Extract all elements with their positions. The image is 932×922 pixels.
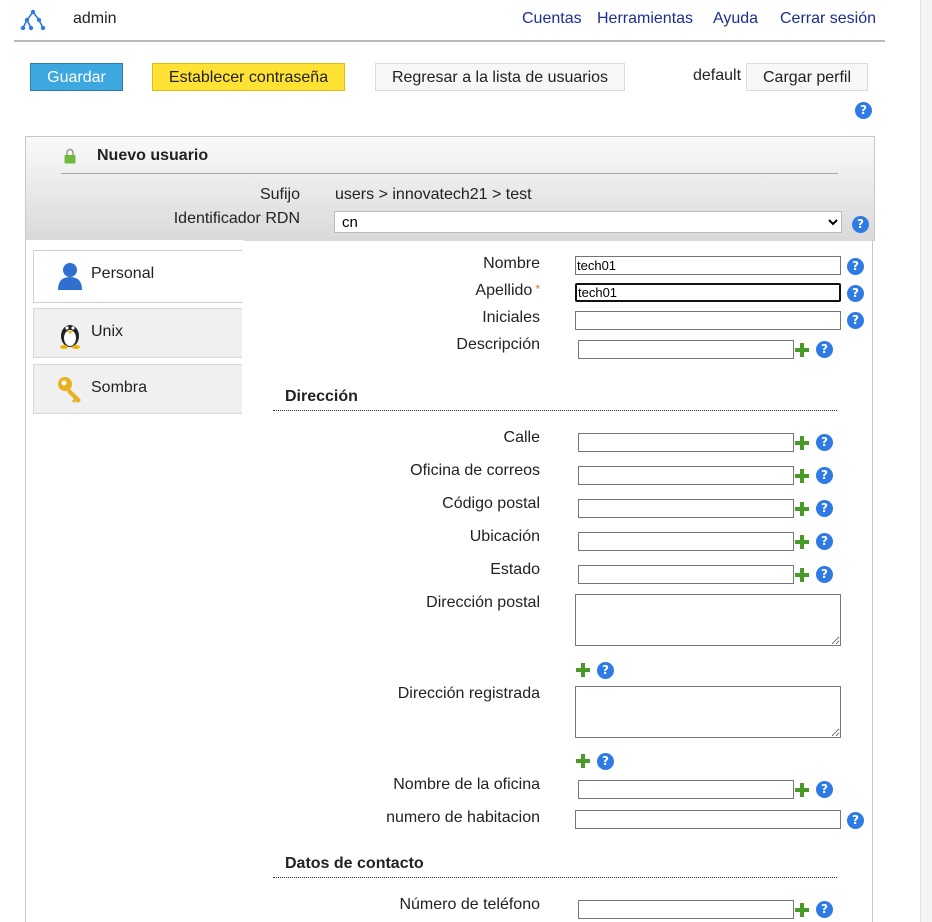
suffix-value: users > innovatech21 > test [335,186,532,203]
add-icon[interactable] [576,754,590,768]
page-title: Nuevo usuario [97,147,209,164]
nav-cerrar-sesion[interactable]: Cerrar sesión [780,10,876,28]
nav-herramientas[interactable]: Herramientas [597,10,693,28]
telefono-input[interactable] [578,900,794,919]
help-icon[interactable]: ? [816,467,833,484]
section-contacto: Datos de contacto [285,855,424,872]
help-icon[interactable]: ? [816,901,833,918]
set-password-button[interactable]: Establecer contraseña [152,63,345,91]
key-icon [58,377,81,403]
apellido-input[interactable] [575,283,841,302]
add-icon[interactable] [795,502,809,516]
tab-sombra[interactable]: Sombra [33,364,242,414]
tab-personal[interactable]: Personal [33,250,242,303]
add-icon[interactable] [795,783,809,797]
nombre-input[interactable] [575,256,841,275]
help-icon[interactable]: ? [816,434,833,451]
load-profile-button[interactable]: Cargar perfil [746,63,868,91]
nav-cuentas[interactable]: Cuentas [522,10,582,28]
descripcion-input[interactable] [578,340,794,359]
nav-ayuda[interactable]: Ayuda [713,10,758,28]
help-icon[interactable]: ? [855,102,872,119]
add-icon[interactable] [795,903,809,917]
rdn-label: Identificador RDN [173,210,300,227]
penguin-icon [60,325,80,349]
current-user: admin [73,10,117,27]
tab-label: Personal [91,265,155,282]
calle-input[interactable] [578,433,794,452]
section-divider [273,410,837,411]
habitacion-label: numero de habitacion [386,809,540,826]
suffix-label: Sufijo [259,186,300,203]
content-border [872,240,873,922]
tab-unix[interactable]: Unix [33,308,242,358]
back-to-list-button[interactable]: Regresar a la lista de usuarios [375,63,625,91]
section-direccion: Dirección [285,388,358,405]
apellido-label-text: Apellido [475,282,533,299]
estado-input[interactable] [578,565,794,584]
help-icon[interactable]: ? [816,500,833,517]
add-icon[interactable] [795,436,809,450]
nombre-oficina-label: Nombre de la oficina [393,776,540,793]
profile-name: default [693,67,742,84]
app-logo-icon[interactable] [20,8,46,32]
codigo-postal-input[interactable] [578,499,794,518]
nombre-label: Nombre [483,255,540,272]
direccion-registrada-label: Dirección registrada [397,685,540,702]
codigo-postal-label: Código postal [442,495,540,512]
direccion-postal-textarea[interactable] [575,594,841,646]
section-divider [273,877,837,878]
lock-icon [64,148,76,164]
oficina-correos-label: Oficina de correos [410,462,540,479]
scrollbar[interactable] [920,0,932,922]
iniciales-label: Iniciales [482,309,540,326]
telefono-label: Número de teléfono [399,896,540,913]
help-icon[interactable]: ? [816,341,833,358]
calle-label: Calle [503,429,540,446]
descripcion-label: Descripción [456,336,540,353]
apellido-label: Apellido * [370,282,540,300]
ubicacion-input[interactable] [578,532,794,551]
save-button[interactable]: Guardar [30,63,123,91]
iniciales-input[interactable] [575,311,841,330]
direccion-postal-label: Dirección postal [426,594,540,611]
help-icon[interactable]: ? [597,662,614,679]
oficina-correos-input[interactable] [578,466,794,485]
add-icon[interactable] [795,535,809,549]
help-icon[interactable]: ? [847,258,864,275]
estado-label: Estado [490,561,540,578]
help-icon[interactable]: ? [847,812,864,829]
add-icon[interactable] [795,568,809,582]
help-icon[interactable]: ? [597,753,614,770]
tab-label: Sombra [91,379,148,396]
required-mark: * [535,282,540,296]
help-icon[interactable]: ? [847,285,864,302]
rdn-select[interactable]: cn [334,211,842,233]
help-icon[interactable]: ? [852,216,869,233]
help-icon[interactable]: ? [816,781,833,798]
help-icon[interactable]: ? [847,312,864,329]
nombre-oficina-input[interactable] [578,780,794,799]
header-divider [61,173,838,174]
add-icon[interactable] [795,343,809,357]
add-icon[interactable] [795,469,809,483]
help-icon[interactable]: ? [816,566,833,583]
tab-label: Unix [91,323,124,340]
help-icon[interactable]: ? [816,533,833,550]
ubicacion-label: Ubicación [469,528,540,545]
direccion-registrada-textarea[interactable] [575,686,841,738]
habitacion-input[interactable] [575,810,841,829]
add-icon[interactable] [576,663,590,677]
person-icon [58,263,82,290]
